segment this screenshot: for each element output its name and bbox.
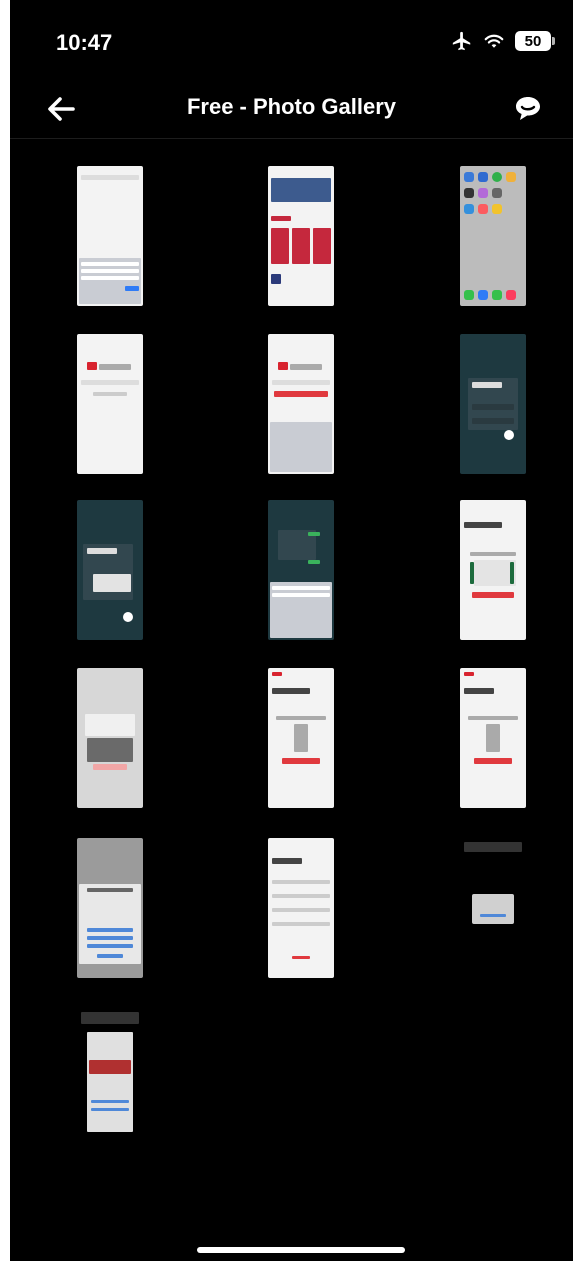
battery-level: 50 <box>515 31 551 51</box>
gallery-thumbnail[interactable] <box>460 668 526 808</box>
gallery-thumbnail[interactable] <box>460 334 526 474</box>
airplane-icon <box>452 31 471 51</box>
gallery-thumbnail[interactable] <box>268 334 334 474</box>
gallery-thumbnail[interactable] <box>268 500 334 640</box>
nav-bar: Free - Photo Gallery <box>10 78 573 139</box>
gallery-thumbnail[interactable] <box>268 668 334 808</box>
gallery-thumbnail[interactable] <box>268 166 334 306</box>
wifi-icon <box>484 34 504 48</box>
gallery-thumbnail[interactable] <box>77 838 143 978</box>
page-title: Free - Photo Gallery <box>186 94 397 119</box>
gallery-thumbnail[interactable] <box>77 500 143 640</box>
gallery-thumbnail[interactable] <box>77 166 143 306</box>
battery-tip <box>552 37 555 45</box>
gallery-thumbnail[interactable] <box>460 166 526 306</box>
gallery-thumbnail[interactable] <box>77 334 143 474</box>
status-icons: 50 <box>451 30 555 52</box>
gallery-thumbnail[interactable] <box>77 668 143 808</box>
home-indicator[interactable] <box>197 1247 405 1253</box>
gallery-thumbnail[interactable] <box>460 500 526 640</box>
battery-indicator: 50 <box>515 31 555 51</box>
app-screen: 10:47 50 Free - Photo Gallery <box>10 0 573 1261</box>
chat-button[interactable] <box>511 92 545 126</box>
chat-bubble-icon <box>516 97 540 120</box>
status-time: 10:47 <box>56 30 113 55</box>
gallery-thumbnail[interactable] <box>460 838 526 978</box>
gallery-thumbnail[interactable] <box>268 838 334 978</box>
gallery-thumbnail[interactable] <box>77 1008 143 1148</box>
